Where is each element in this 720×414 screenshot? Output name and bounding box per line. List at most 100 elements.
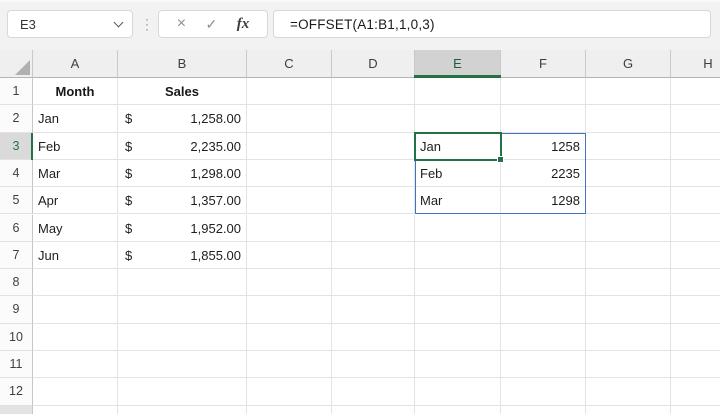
cell-D5[interactable] [332,187,415,215]
cell-B1[interactable]: Sales [118,78,247,106]
cell-E4[interactable]: Feb [415,159,501,188]
cell-G8[interactable] [586,269,671,297]
cell-C1[interactable] [247,78,332,106]
row-header-6[interactable]: 6 [0,214,33,242]
cell-B8[interactable] [118,269,247,297]
cell-A7[interactable]: Jun [33,241,118,270]
row-header-2[interactable]: 2 [0,105,33,133]
cell-H9[interactable] [671,296,720,324]
cell-H11[interactable] [671,351,720,379]
cell-D11[interactable] [332,351,415,379]
cancel-icon[interactable]: × [177,15,186,33]
cell-C4[interactable] [247,159,332,188]
cell-H8[interactable] [671,269,720,297]
cell-H12[interactable] [671,378,720,406]
cell-C3[interactable] [247,132,332,160]
column-header-F[interactable]: F [501,50,586,78]
cell-C11[interactable] [247,351,332,379]
row-header-8[interactable]: 8 [0,269,33,297]
cell-A1[interactable]: Month [33,78,118,106]
row-header-7[interactable]: 7 [0,241,33,270]
cell-E12[interactable] [415,378,501,406]
cell-H2[interactable] [671,105,720,133]
cell-G7[interactable] [586,241,671,270]
cell-G4[interactable] [586,159,671,188]
cell-F3[interactable]: 1258 [501,132,586,160]
cell-A9[interactable] [33,296,118,324]
cell-E5[interactable]: Mar [415,187,501,215]
cell-G1[interactable] [586,78,671,106]
cell-C9[interactable] [247,296,332,324]
cell-D6[interactable] [332,214,415,242]
cell-D3[interactable] [332,132,415,160]
cell-B6[interactable]: $1,952.00 [118,214,247,242]
cell-F6[interactable] [501,214,586,242]
row-header-10[interactable]: 10 [0,323,33,351]
cell-F7[interactable] [501,241,586,270]
cell-G13-partial[interactable] [586,405,671,414]
cell-D10[interactable] [332,323,415,351]
cell-H7[interactable] [671,241,720,270]
cell-E13-partial[interactable] [415,405,501,414]
cell-D12[interactable] [332,378,415,406]
row-header-3[interactable]: 3 [0,132,33,160]
row-header-5[interactable]: 5 [0,187,33,215]
row-header-1[interactable]: 1 [0,78,33,106]
cell-B10[interactable] [118,323,247,351]
cell-D9[interactable] [332,296,415,324]
cell-F10[interactable] [501,323,586,351]
cell-C12[interactable] [247,378,332,406]
cell-C2[interactable] [247,105,332,133]
cell-B3[interactable]: $2,235.00 [118,132,247,160]
cell-A8[interactable] [33,269,118,297]
cell-E7[interactable] [415,241,501,270]
cell-E3[interactable]: Jan [415,132,501,160]
row-header-11[interactable]: 11 [0,351,33,379]
cell-F8[interactable] [501,269,586,297]
cell-F13-partial[interactable] [501,405,586,414]
cell-G12[interactable] [586,378,671,406]
cell-F12[interactable] [501,378,586,406]
cell-E11[interactable] [415,351,501,379]
cell-H13-partial[interactable] [671,405,720,414]
cell-A13-partial[interactable] [33,405,118,414]
row-header-12[interactable]: 12 [0,378,33,406]
cell-H6[interactable] [671,214,720,242]
cell-A10[interactable] [33,323,118,351]
cell-H4[interactable] [671,159,720,188]
cell-A5[interactable]: Apr [33,187,118,215]
cell-E9[interactable] [415,296,501,324]
cell-F1[interactable] [501,78,586,106]
cell-G2[interactable] [586,105,671,133]
cell-A12[interactable] [33,378,118,406]
cell-B2[interactable]: $1,258.00 [118,105,247,133]
cell-A2[interactable]: Jan [33,105,118,133]
cell-F4[interactable]: 2235 [501,159,586,188]
formula-input[interactable]: =OFFSET(A1:B1,1,0,3) [273,10,711,38]
cell-E10[interactable] [415,323,501,351]
cell-F11[interactable] [501,351,586,379]
cell-G11[interactable] [586,351,671,379]
cell-C8[interactable] [247,269,332,297]
cell-B7[interactable]: $1,855.00 [118,241,247,270]
cell-D1[interactable] [332,78,415,106]
column-header-E[interactable]: E [415,50,501,78]
cell-D4[interactable] [332,159,415,188]
enter-icon[interactable]: ✓ [206,16,218,33]
cell-H1[interactable] [671,78,720,106]
cell-E1[interactable] [415,78,501,106]
column-header-C[interactable]: C [247,50,332,78]
cell-F5[interactable]: 1298 [501,187,586,215]
row-header-9[interactable]: 9 [0,296,33,324]
cell-F2[interactable] [501,105,586,133]
fill-handle[interactable] [497,155,504,163]
cell-H3[interactable] [671,132,720,160]
cell-C10[interactable] [247,323,332,351]
cell-D13-partial[interactable] [332,405,415,414]
row-header-4[interactable]: 4 [0,159,33,188]
column-header-D[interactable]: D [332,50,415,78]
cell-D8[interactable] [332,269,415,297]
name-box[interactable]: E3 [7,10,133,38]
column-header-B[interactable]: B [118,50,247,78]
cell-A3[interactable]: Feb [33,132,118,160]
